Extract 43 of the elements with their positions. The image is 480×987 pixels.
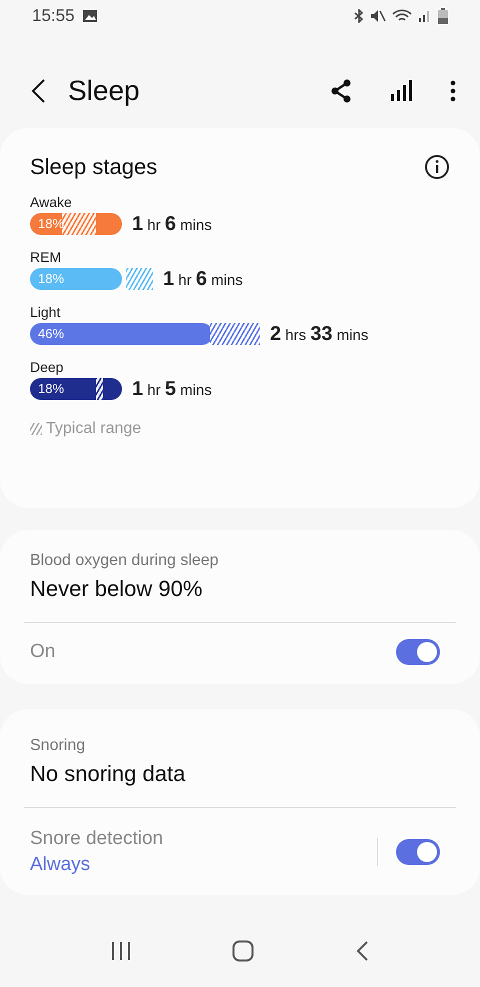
image-icon <box>82 10 97 22</box>
clock: 15:55 <box>32 6 75 26</box>
mute-icon <box>370 9 386 23</box>
bar-chart-icon[interactable] <box>390 80 412 102</box>
stage-label: Deep <box>30 359 64 375</box>
toggle-switch[interactable] <box>396 639 440 665</box>
stage-label: REM <box>30 249 62 265</box>
back-icon[interactable] <box>30 78 46 104</box>
section-label: Snoring <box>30 737 86 755</box>
stage-label: Awake <box>30 194 73 210</box>
home-icon[interactable] <box>232 940 254 962</box>
typical-range-hatch <box>96 378 103 400</box>
page-title: Sleep <box>68 75 141 107</box>
switch-label: Snore detection <box>30 828 164 850</box>
typical-range-hatch <box>126 268 153 290</box>
switch-value[interactable]: Always <box>30 854 377 876</box>
legend-label: Typical range <box>46 420 142 438</box>
switch-label: On <box>30 641 56 663</box>
oxygen-value: Never below 90% <box>30 576 204 602</box>
bluetooth-icon <box>354 9 364 23</box>
stage-duration: 1 hr 5 mins <box>132 378 212 400</box>
stage-label: Light <box>30 304 62 320</box>
stage-duration: 1 hr 6 mins <box>132 212 212 236</box>
more-icon[interactable] <box>450 80 456 102</box>
signal-icon <box>418 9 432 23</box>
wifi-icon <box>392 9 412 23</box>
stage-duration: 1 hr 6 mins <box>163 268 243 290</box>
battery-icon <box>438 8 448 24</box>
recents-icon[interactable] <box>110 942 131 960</box>
section-label: Blood oxygen during sleep <box>30 552 220 570</box>
typical-range-hatch <box>62 213 96 235</box>
stage-percent: 46% <box>38 326 64 341</box>
stage-percent: 18% <box>38 271 64 286</box>
toggle-switch[interactable] <box>396 839 440 865</box>
info-icon[interactable] <box>424 154 450 180</box>
share-icon[interactable] <box>330 79 352 103</box>
card-title: Sleep stages <box>30 154 158 180</box>
snoring-value: No snoring data <box>30 761 186 787</box>
stage-percent: 18% <box>38 381 64 396</box>
stage-duration: 2 hrs 33 mins <box>270 322 368 346</box>
hatch-icon <box>30 423 42 435</box>
typical-range-hatch <box>210 323 260 345</box>
back-icon[interactable] <box>355 940 370 962</box>
